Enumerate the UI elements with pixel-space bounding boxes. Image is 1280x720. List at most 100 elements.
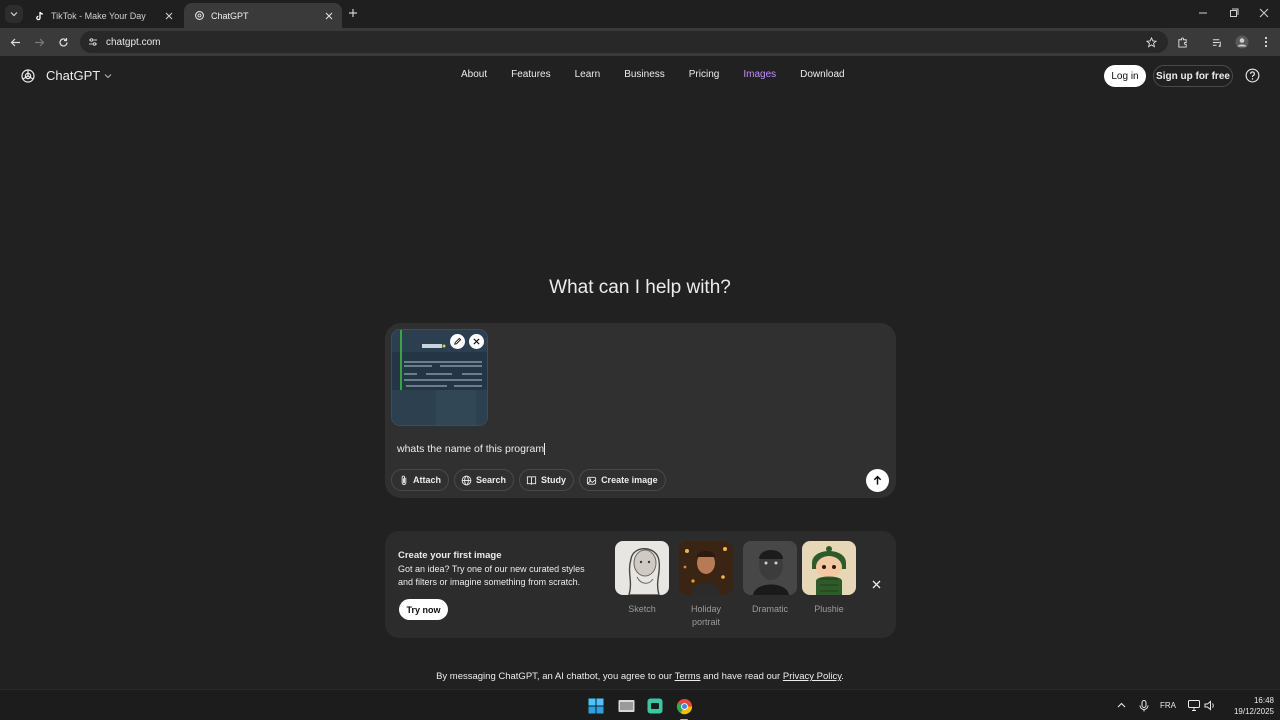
show-hidden-icons-button[interactable] xyxy=(1115,699,1128,712)
browser-tab-strip: TikTok - Make Your Day ChatGPT xyxy=(0,0,1280,28)
close-icon xyxy=(1259,8,1269,18)
profile-icon xyxy=(1235,35,1249,49)
reload-icon xyxy=(58,37,68,47)
attach-button[interactable]: Attach xyxy=(391,469,450,491)
send-button[interactable] xyxy=(866,469,889,492)
nav-about[interactable]: About xyxy=(461,69,487,80)
nav-images[interactable]: Images xyxy=(743,69,776,80)
restore-button[interactable] xyxy=(1227,6,1241,20)
book-icon xyxy=(526,475,537,486)
search-label: Search xyxy=(476,475,507,485)
folder-icon xyxy=(618,700,634,712)
profile-avatar[interactable] xyxy=(1234,34,1250,50)
windows-taskbar: FRA 16:48 19/12/2025 xyxy=(0,689,1280,720)
taskbar-file-explorer[interactable] xyxy=(616,696,636,716)
plushie-preview-image xyxy=(802,541,856,595)
speaker-icon xyxy=(1204,700,1214,711)
style-label: Dramatic xyxy=(751,604,788,614)
close-icon[interactable] xyxy=(162,9,176,23)
close-icon xyxy=(872,580,880,588)
paperclip-icon xyxy=(398,475,409,486)
login-button[interactable]: Log in xyxy=(1104,65,1146,87)
nav-pricing[interactable]: Pricing xyxy=(689,69,720,80)
plus-icon xyxy=(349,9,357,17)
nav-business[interactable]: Business xyxy=(624,69,665,80)
style-card-holiday-portrait[interactable]: Holiday portrait xyxy=(679,541,733,629)
holiday-portrait-preview-image xyxy=(679,541,733,595)
close-window-button[interactable] xyxy=(1257,6,1271,20)
app-icon xyxy=(647,698,663,714)
text-caret xyxy=(544,443,546,456)
image-icon xyxy=(586,475,597,486)
pencil-icon xyxy=(454,337,462,345)
composer-tools: Attach Search Study Create image xyxy=(391,469,671,491)
clock-date: 19/12/2025 xyxy=(1233,707,1274,716)
legal-text: . xyxy=(841,671,844,682)
openai-logo-icon[interactable] xyxy=(20,68,36,84)
site-settings-icon[interactable] xyxy=(86,35,100,49)
prompt-text: whats the name of this program xyxy=(397,443,545,455)
address-bar[interactable]: chatgpt.com xyxy=(80,31,1168,53)
start-button[interactable] xyxy=(586,696,606,716)
bookmark-star-icon[interactable] xyxy=(1144,35,1158,49)
nav-download[interactable]: Download xyxy=(800,69,844,80)
privacy-policy-link[interactable]: Privacy Policy xyxy=(783,671,841,682)
terms-link[interactable]: Terms xyxy=(675,671,701,682)
clock-time: 16:48 xyxy=(1253,696,1274,705)
windows-logo-icon xyxy=(588,698,604,714)
minimize-button[interactable] xyxy=(1196,6,1210,20)
nav-learn[interactable]: Learn xyxy=(575,69,601,80)
create-image-promo: Create your first image Got an idea? Try… xyxy=(385,531,896,638)
tab-search-button[interactable] xyxy=(5,5,23,23)
network-button[interactable] xyxy=(1187,699,1200,712)
dismiss-promo-button[interactable] xyxy=(870,578,882,590)
legal-notice: By messaging ChatGPT, an AI chatbot, you… xyxy=(0,671,1280,682)
extensions-button[interactable] xyxy=(1174,34,1190,50)
site-header: ChatGPT About Features Learn Business Pr… xyxy=(0,56,1280,96)
browser-menu-button[interactable] xyxy=(1258,34,1274,50)
style-label: Holiday portrait xyxy=(690,604,721,627)
microphone-button[interactable] xyxy=(1137,699,1150,712)
create-image-button[interactable]: Create image xyxy=(579,469,666,491)
playlist-icon xyxy=(1212,38,1221,47)
network-icon xyxy=(1187,700,1200,711)
try-now-button[interactable]: Try now xyxy=(399,599,448,620)
edit-image-button[interactable] xyxy=(450,334,465,349)
chevron-down-icon xyxy=(10,12,18,17)
taskbar-chrome[interactable] xyxy=(674,696,694,716)
input-language[interactable]: FRA xyxy=(1160,701,1176,710)
volume-button[interactable] xyxy=(1203,699,1216,712)
tab-chatgpt[interactable]: ChatGPT xyxy=(184,3,342,28)
arrow-right-icon xyxy=(34,38,44,46)
help-icon[interactable] xyxy=(1245,68,1260,83)
tab-title: TikTok - Make Your Day xyxy=(51,10,146,21)
puzzle-icon xyxy=(1177,36,1187,48)
close-icon[interactable] xyxy=(322,9,336,23)
new-tab-button[interactable] xyxy=(346,6,360,20)
promo-title: Create your first image xyxy=(398,550,502,561)
create-image-label: Create image xyxy=(601,475,658,485)
style-card-plushie[interactable]: Plushie xyxy=(802,541,856,616)
remove-image-button[interactable] xyxy=(469,334,484,349)
tab-tiktok[interactable]: TikTok - Make Your Day xyxy=(24,3,182,28)
reload-button[interactable] xyxy=(55,34,71,50)
prompt-input[interactable]: whats the name of this program xyxy=(397,443,867,456)
taskbar-app-green[interactable] xyxy=(645,696,665,716)
signup-button[interactable]: Sign up for free xyxy=(1153,65,1233,87)
media-controls-button[interactable] xyxy=(1209,34,1225,50)
study-button[interactable]: Study xyxy=(519,469,575,491)
style-card-dramatic[interactable]: Dramatic xyxy=(743,541,797,616)
tiktok-icon xyxy=(34,10,45,21)
close-icon xyxy=(473,338,480,345)
system-clock[interactable]: 16:48 19/12/2025 xyxy=(1222,695,1274,717)
arrow-up-icon xyxy=(873,475,882,485)
back-button[interactable] xyxy=(7,34,23,50)
browser-toolbar: chatgpt.com xyxy=(0,28,1280,56)
forward-button[interactable] xyxy=(31,34,47,50)
search-button[interactable]: Search xyxy=(454,469,515,491)
model-switcher[interactable]: ChatGPT xyxy=(46,68,112,83)
dramatic-preview-image xyxy=(743,541,797,595)
tab-title: ChatGPT xyxy=(211,10,249,21)
style-card-sketch[interactable]: Sketch xyxy=(615,541,669,616)
nav-features[interactable]: Features xyxy=(511,69,550,80)
